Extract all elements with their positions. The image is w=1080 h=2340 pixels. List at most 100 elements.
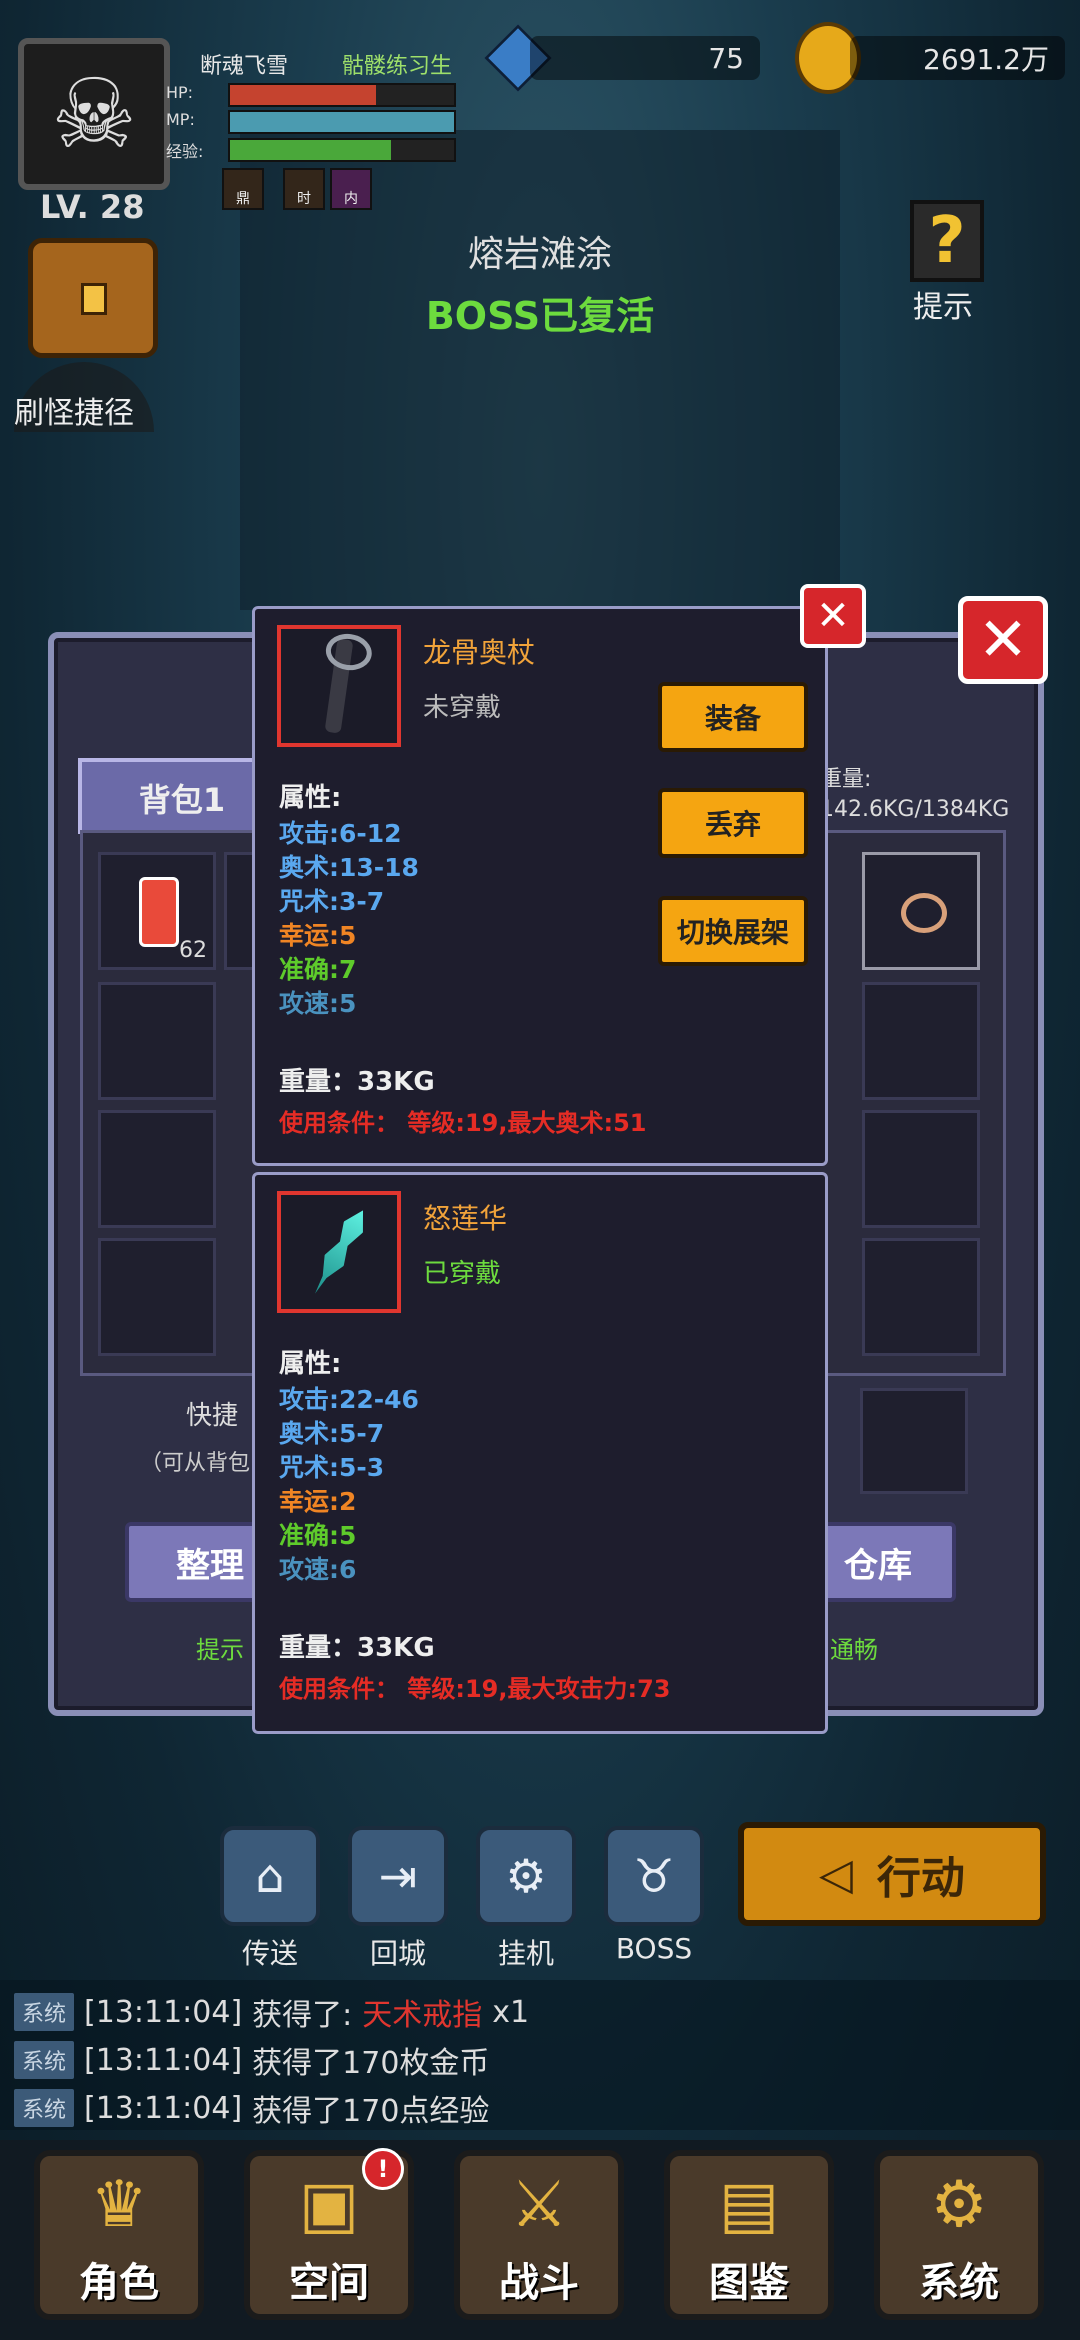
idle-button[interactable]: ⚙ [476,1826,576,1926]
gem-value: 75 [708,41,744,75]
idle-label: 挂机 [497,1937,554,1970]
house-icon: ⌂ [255,1849,285,1903]
book-icon: ▤ [718,2168,780,2242]
gold-counter: 2691.2万 [850,36,1065,80]
log-time: [13:11:04] [84,2090,243,2126]
gem-counter: 75 [530,36,760,80]
action-label: 行动 [876,1853,965,1904]
system-log: 系统 [13:11:04] 获得了: 天术戒指 x1 系统 [13:11:04]… [0,1980,1080,2130]
inventory-slot[interactable] [862,1110,980,1228]
buff-icon-1[interactable]: 鼎 [222,168,264,210]
tip-right: 通畅 [830,1636,878,1664]
tip-left: 提示 [196,1636,244,1664]
stat-line: 攻击:22-46 [279,1385,419,1414]
inventory-slot[interactable] [98,1238,216,1356]
stat-line: 奥术:13-18 [279,853,419,882]
stat-line: 咒术:5-3 [279,1453,385,1482]
discard-button[interactable]: 丢弃 [658,788,808,858]
log-item[interactable]: 天术戒指 [362,1990,482,2034]
chevron-left-icon: ◁ [819,1848,853,1900]
hint-label[interactable]: 提示 [913,282,973,326]
potion-icon [139,877,179,947]
exp-bar [228,138,456,162]
log-text: 获得了: [252,1998,353,2033]
player-avatar[interactable]: ☠ [18,38,170,190]
nav-battle-label: 战斗 [499,2260,579,2306]
exp-label: 经验: [166,142,204,161]
log-qty: x1 [492,1994,530,2030]
return-town-button[interactable]: ⇥ [348,1826,448,1926]
buff-icon-2[interactable]: 时 [283,168,325,210]
stat-line: 奥术:5-7 [279,1419,385,1448]
log-line: 系统 [13:11:04] 获得了: 天术戒指 x1 [14,1988,1066,2036]
monster-shortcut-button[interactable]: 刷怪捷径 [14,388,134,432]
mp-bar [228,110,456,134]
blade-icon [305,1205,372,1299]
stat-line: 咒术:3-7 [279,887,385,916]
stat-line: 幸运:5 [279,921,357,950]
sword-icon: ⚔ [510,2168,568,2242]
player-name: 断魂飞雪 [200,54,289,79]
equip-button[interactable]: 装备 [658,682,808,752]
item-slot-dragon-staff [277,625,401,747]
inventory-slot[interactable]: 62 [98,852,216,970]
item-tooltip-equipped: 怒莲华 已穿戴 属性: 攻击:22-46 奥术:5-7 咒术:5-3 幸运:2 准确:5… [252,1172,828,1734]
item-name: 龙骨奥杖 [423,636,536,669]
inventory-slot[interactable] [98,982,216,1100]
exit-icon: ⇥ [378,1849,418,1903]
quick-slot[interactable] [860,1388,968,1494]
close-backpack-button[interactable]: ✕ [958,596,1048,684]
item-stats: 攻击:6-12 奥术:13-18 咒术:3-7 幸运:5 准确:7 攻速:5 [279,817,419,1021]
log-line: 系统 [13:11:04] 获得了170枚金币 [14,2036,1066,2084]
quick-label: 快捷 [186,1401,239,1431]
item-equip-status: 已穿戴 [423,1259,502,1289]
inventory-slot[interactable] [98,1110,216,1228]
close-tooltip-button[interactable]: ✕ [800,584,866,648]
item-requirement: 使用条件： 等级:19,最大奥术:51 [279,1109,647,1137]
action-button[interactable]: ◁ 行动 [738,1822,1046,1926]
item-equip-status: 未穿戴 [423,693,502,723]
backpack-weight: 重量: 142.6KG/1384KG [820,765,1009,825]
log-text: 获得了170枚金币 [252,2046,490,2081]
stat-line: 准确:7 [279,955,357,984]
nav-codex[interactable]: ▤ 图鉴 [664,2150,834,2320]
teleport-button[interactable]: ⌂ [220,1826,320,1926]
nav-system[interactable]: ⚙ 系统 [874,2150,1044,2320]
boss-button[interactable]: ♉ [604,1826,704,1926]
log-tag: 系统 [14,1993,75,2031]
buff-icon-3[interactable]: 内 [330,168,372,210]
inventory-slot[interactable] [862,982,980,1100]
player-class: 骷髅练习生 [342,54,453,79]
nav-character-label: 角色 [79,2260,159,2306]
gear-icon: ⚙ [930,2168,988,2242]
ring-icon [901,893,947,933]
switch-rack-button[interactable]: 切换展架 [658,896,808,966]
inventory-slot[interactable] [862,852,980,970]
weight-value: 142.6KG/1384KG [820,797,1010,822]
gear-icon: ⚙ [505,1849,547,1903]
question-mark-icon[interactable]: ? [910,200,984,282]
nav-battle[interactable]: ⚔ 战斗 [454,2150,624,2320]
alert-badge-icon: ! [362,2148,404,2190]
log-line: 系统 [13:11:04] 获得了170点经验 [14,2084,1066,2132]
teleport-label: 传送 [241,1937,298,1970]
mp-label: MP: [166,110,195,129]
log-tag: 系统 [14,2089,75,2127]
log-tag: 系统 [14,2041,75,2079]
hp-label: HP: [166,83,194,102]
item-slot-wrath-lotus [277,1191,401,1313]
item-stats: 攻击:22-46 奥术:5-7 咒术:5-3 幸运:2 准确:5 攻速:6 [279,1383,419,1587]
slot-count: 62 [179,938,207,963]
player-level: LV. 28 [40,188,145,226]
close-icon: ✕ [816,593,850,639]
inventory-slot[interactable] [862,1238,980,1356]
weight-label: 重量: [820,767,872,792]
stat-line: 攻速:5 [279,989,357,1018]
nav-character[interactable]: ♛ 角色 [34,2150,204,2320]
attributes-heading: 属性: [279,783,342,813]
log-time: [13:11:04] [84,1994,243,2030]
close-icon: ✕ [977,605,1029,675]
nav-system-label: 系统 [919,2260,999,2306]
chest-icon: ▣ [298,2168,360,2242]
log-text: 获得了170点经验 [252,2094,490,2129]
